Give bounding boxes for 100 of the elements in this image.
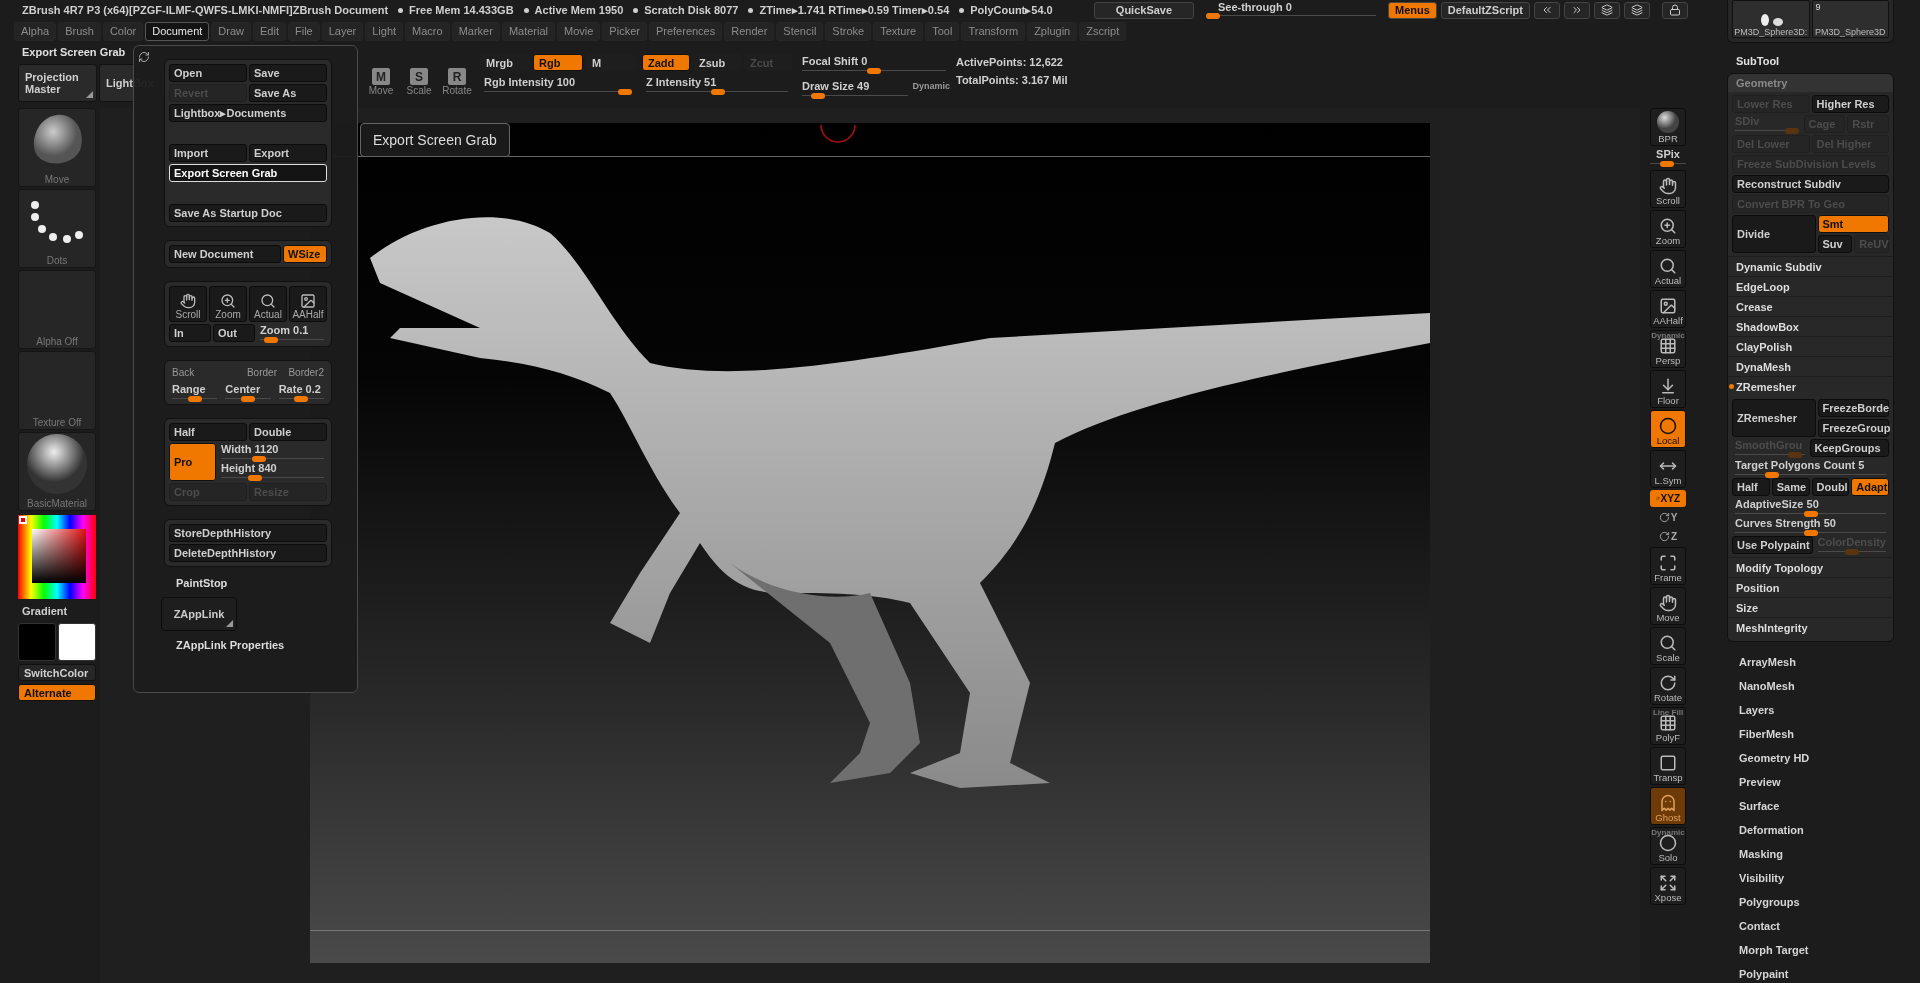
slider[interactable]: Range (168, 382, 222, 401)
slider-thumb[interactable] (294, 396, 309, 402)
toolbar-button[interactable]: AAHalf (1650, 290, 1686, 328)
menu-tab[interactable]: Tool (925, 21, 960, 41)
menu-button[interactable]: FreezeGroup (1817, 419, 1889, 437)
mode-button[interactable]: Rgb (533, 54, 583, 71)
slider[interactable]: Zoom 0.1 (256, 323, 328, 342)
color-swatch[interactable] (58, 623, 96, 661)
slider[interactable]: Width 1120 (217, 442, 328, 461)
shelf-tile[interactable]: Alpha Off (18, 270, 96, 349)
menu-button[interactable]: Save As (249, 84, 327, 102)
slider-thumb[interactable] (1803, 511, 1818, 517)
menu-tab[interactable]: Zscript (1079, 21, 1127, 41)
toolbar-button[interactable]: Scale (1650, 627, 1686, 665)
menu-tab[interactable]: Marker (451, 21, 500, 41)
section-header[interactable]: DynaMesh (1728, 356, 1893, 376)
quicksave-button[interactable]: QuickSave (1093, 1, 1194, 19)
menu-tab[interactable]: Alpha (14, 21, 57, 41)
menu-button[interactable]: Lightbox▸Documents (169, 104, 327, 122)
projection-master-button[interactable]: Projection Master (18, 64, 97, 102)
slider[interactable]: Curves Strength 50 (1731, 516, 1890, 535)
scroll-left-button[interactable] (1534, 1, 1560, 19)
slider-thumb[interactable] (1803, 530, 1818, 536)
toolbar-button[interactable]: Move (1650, 587, 1686, 625)
slider-thumb[interactable] (187, 396, 202, 402)
switch-color-button[interactable]: SwitchColor (18, 664, 96, 681)
transform-button[interactable]: S Scale (400, 68, 438, 104)
lock-button[interactable] (1662, 1, 1688, 19)
slider-thumb[interactable] (1659, 161, 1674, 167)
tool-button[interactable]: Actual (249, 286, 287, 322)
palette-header[interactable]: Preview (1727, 770, 1894, 794)
menu-button[interactable]: Suv (1817, 235, 1853, 253)
palette-header[interactable]: ArrayMesh (1727, 650, 1894, 674)
palette-header[interactable]: Masking (1727, 842, 1894, 866)
slider-thumb[interactable] (252, 456, 267, 462)
menu-button[interactable]: Adapt (1851, 478, 1889, 496)
toolbar-button[interactable]: Floor (1650, 370, 1686, 408)
tool-button[interactable]: Scroll (169, 286, 207, 322)
menu-button[interactable]: Export (249, 144, 327, 162)
toolbar-button[interactable]: Local (1650, 410, 1686, 448)
menu-button[interactable]: Smt (1817, 215, 1889, 233)
alternate-button[interactable]: Alternate (18, 684, 96, 701)
menu-button[interactable]: Save (249, 64, 327, 82)
toolbar-button[interactable]: Dynamic Solo (1650, 827, 1686, 865)
menu-button[interactable]: ZRemesher (1732, 399, 1816, 437)
axis-button[interactable]: Z (1650, 528, 1686, 545)
menu-button[interactable]: Double (249, 423, 327, 441)
toolbar-button[interactable]: L.Sym (1650, 450, 1686, 488)
menu-button[interactable]: Export Screen Grab (169, 164, 327, 182)
palette-header[interactable]: Morph Target (1727, 938, 1894, 962)
slider-thumb[interactable] (867, 68, 881, 74)
slider[interactable]: Focal Shift 0 (798, 54, 950, 75)
menu-button[interactable]: Same (1771, 478, 1810, 496)
slider-thumb[interactable] (241, 396, 255, 402)
menu-tab[interactable]: Stroke (825, 21, 872, 41)
slider-thumb[interactable] (618, 89, 632, 95)
menu-tab[interactable]: Picker (602, 21, 647, 41)
menus-button[interactable]: Menus (1387, 1, 1437, 19)
section-header[interactable]: MeshIntegrity (1728, 617, 1893, 637)
slider-thumb[interactable] (264, 337, 278, 343)
menu-button[interactable]: Doubl (1811, 478, 1850, 496)
slider-thumb[interactable] (247, 475, 262, 481)
slider[interactable]: Rate 0.2 (274, 382, 328, 401)
menu-tab[interactable]: Render (724, 21, 775, 41)
section-header[interactable]: ClayPolish (1728, 336, 1893, 356)
menu-tab[interactable]: Zplugin (1027, 21, 1078, 41)
menu-tab[interactable]: Stencil (776, 21, 824, 41)
toolbar-button[interactable]: Zoom (1650, 210, 1686, 248)
menu-tab[interactable]: Movie (557, 21, 601, 41)
scroll-right-button[interactable] (1564, 1, 1590, 19)
menu-button[interactable]: Out (213, 324, 255, 342)
axis-button[interactable]: XYZ (1650, 490, 1686, 507)
layout-button[interactable] (1594, 1, 1620, 19)
menu-button[interactable]: Higher Res (1811, 95, 1889, 113)
palette-header[interactable]: Deformation (1727, 818, 1894, 842)
palette-header[interactable]: NanoMesh (1727, 674, 1894, 698)
toolbar-button[interactable]: Rotate (1650, 667, 1686, 705)
tool-thumbnail[interactable]: PM3D_Sphere3D: (1732, 0, 1810, 38)
section-header[interactable]: EdgeLoop (1728, 276, 1893, 296)
palette-header[interactable]: Contact (1727, 914, 1894, 938)
toolbar-button[interactable]: Xpose (1650, 867, 1686, 905)
menu-tab[interactable]: Preferences (648, 21, 723, 41)
section-header[interactable]: Modify Topology (1728, 557, 1893, 577)
transform-button[interactable]: R Rotate (438, 68, 476, 104)
layout-button[interactable] (1624, 1, 1650, 19)
toolbar-button[interactable]: Actual (1650, 250, 1686, 288)
zscript-button[interactable]: DefaultZScript (1440, 1, 1530, 19)
menu-tab[interactable]: File (287, 21, 320, 41)
menu-button[interactable]: DeleteDepthHistory (169, 544, 327, 562)
menu-tab[interactable]: Macro (405, 21, 450, 41)
menu-button[interactable]: In (169, 324, 211, 342)
slider-thumb[interactable] (1765, 472, 1780, 478)
palette-header[interactable]: Polypaint (1727, 962, 1894, 983)
menu-button[interactable]: Save As Startup Doc (169, 204, 327, 222)
toolbar-button[interactable]: Dynamic Persp (1650, 330, 1686, 368)
tool-thumbnail[interactable]: 9 PM3D_Sphere3D (1811, 0, 1889, 38)
menu-button[interactable]: StoreDepthHistory (169, 524, 327, 542)
menu-button[interactable]: New Document (169, 245, 281, 263)
color-picker[interactable] (18, 515, 96, 599)
palette-header[interactable]: Polygroups (1727, 890, 1894, 914)
